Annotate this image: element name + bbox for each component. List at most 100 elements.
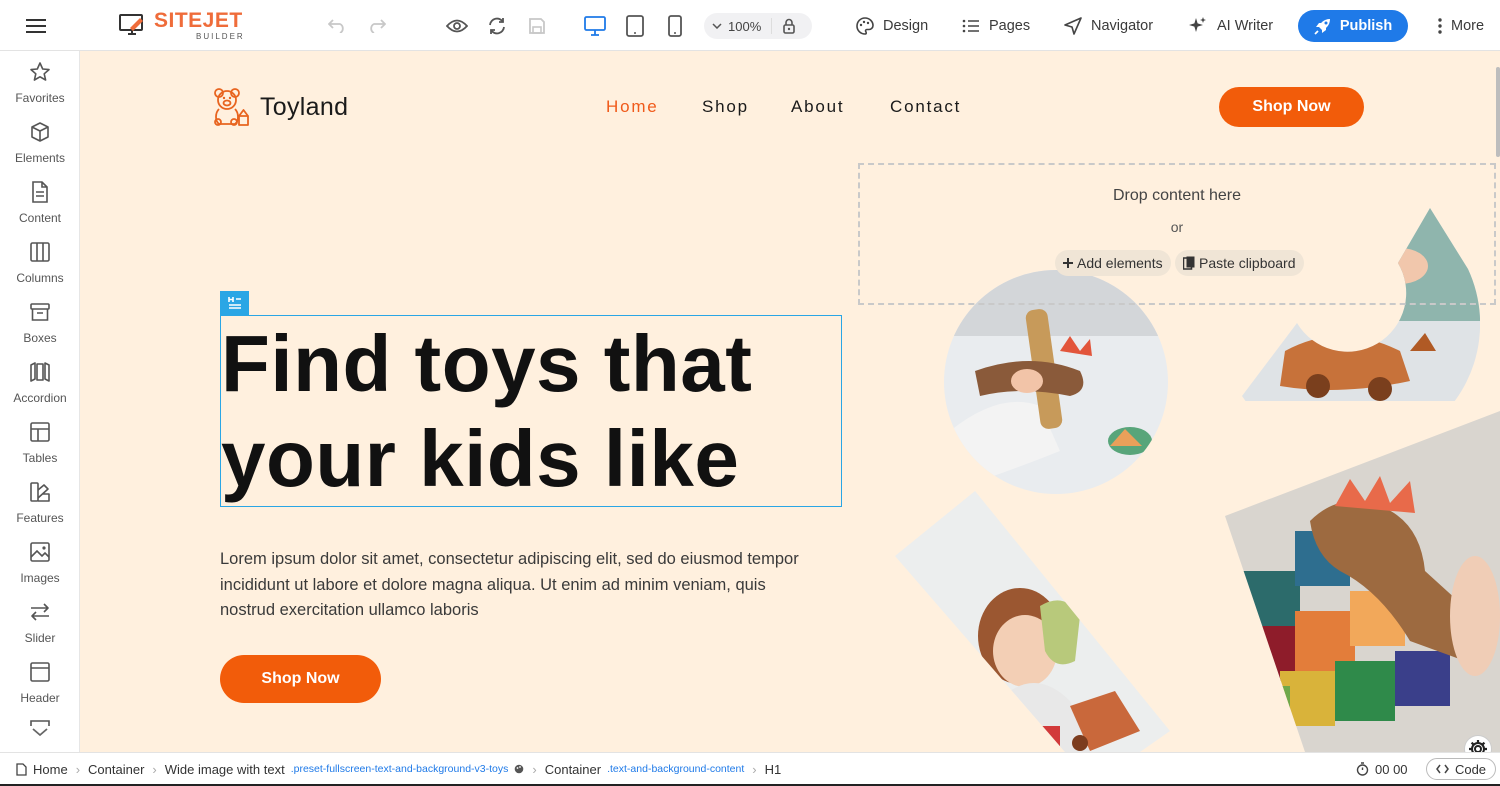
scroll-down-chevron-icon[interactable] [30, 727, 50, 737]
logo-sub: BUILDER [196, 32, 245, 41]
page-icon [16, 762, 27, 776]
sidebar-item-label: Boxes [23, 331, 57, 345]
navigator-label: Navigator [1091, 17, 1154, 34]
pages-menu[interactable]: Pages [962, 0, 1030, 51]
top-toolbar: SITEJET BUILDER 100% Design Pages Naviga… [0, 0, 1500, 51]
logo-brand: SITEJET [154, 9, 243, 32]
header-icon [30, 662, 50, 682]
paste-clipboard-label: Paste clipboard [1199, 255, 1296, 271]
breadcrumb-bar: Home › Container › Wide image with text … [0, 752, 1500, 786]
crumb-wide-image-class: .preset-fullscreen-text-and-background-v… [290, 763, 509, 775]
hero-paragraph[interactable]: Lorem ipsum dolor sit amet, consectetur … [220, 547, 820, 624]
navigator-menu[interactable]: Navigator [1064, 0, 1153, 51]
mobile-icon [668, 14, 682, 37]
page-canvas: Toyland Home Shop About Contact Shop Now [80, 51, 1500, 752]
sidebar-item-features[interactable]: Features [0, 479, 79, 537]
redo-icon [370, 18, 386, 33]
ai-writer-label: AI Writer [1217, 17, 1274, 34]
refresh-icon [489, 17, 505, 34]
refresh-button[interactable] [482, 0, 512, 51]
drop-zone-or: or [1170, 219, 1184, 235]
sidebar-item-label: Accordion [13, 391, 67, 405]
sidebar-item-label: Slider [24, 631, 56, 645]
redo-button[interactable] [362, 0, 392, 51]
timer-value: 00 00 [1375, 761, 1408, 777]
sidebar-item-slider[interactable]: Slider [0, 599, 79, 657]
crumb-h1[interactable]: H1 [765, 762, 782, 777]
save-icon [529, 17, 545, 34]
tablet-icon [626, 14, 644, 37]
plus-icon [1063, 258, 1073, 268]
tablet-view-button[interactable] [620, 0, 650, 51]
publish-button[interactable]: Publish [1298, 10, 1408, 42]
features-icon [30, 482, 50, 502]
document-icon [32, 181, 48, 203]
ai-writer-menu[interactable]: AI Writer [1188, 0, 1273, 51]
crumb-content-container-class: .text-and-background-content [607, 763, 745, 775]
crumb-container[interactable]: Container [88, 762, 144, 777]
sidebar-item-columns[interactable]: Columns [0, 239, 79, 297]
publish-label: Publish [1339, 18, 1393, 34]
chevron-right-icon: › [152, 761, 157, 777]
image-icon [30, 542, 50, 562]
hero-heading[interactable]: Find toys that your kids like [220, 315, 842, 507]
sidebar-item-favorites[interactable]: Favorites [0, 59, 79, 117]
crumb-home[interactable]: Home [16, 762, 68, 777]
design-menu[interactable]: Design [856, 0, 928, 51]
preview-button[interactable] [442, 0, 472, 51]
lock-icon[interactable] [782, 18, 796, 34]
stopwatch-icon [1356, 762, 1369, 776]
pages-label: Pages [989, 17, 1031, 34]
sidebar-item-tables[interactable]: Tables [0, 419, 79, 477]
navigation-arrow-icon [1064, 16, 1082, 35]
palette-small-icon [515, 764, 524, 774]
monitor-logo-icon [119, 13, 143, 35]
hero-shop-now-button[interactable]: Shop Now [220, 655, 381, 703]
elements-sidebar: Favorites Elements Content Columns Boxes… [0, 51, 80, 752]
rocket-icon [1314, 19, 1330, 35]
desktop-view-button[interactable] [580, 0, 610, 51]
gear-icon [1469, 740, 1487, 752]
zoom-divider [771, 18, 773, 34]
crumb-wide-image[interactable]: Wide image with text .preset-fullscreen-… [165, 762, 525, 777]
code-label: Code [1454, 761, 1487, 777]
mobile-view-button[interactable] [660, 0, 690, 51]
list-icon [962, 19, 979, 32]
crumb-content-container-label: Container [544, 761, 602, 777]
undo-icon [328, 18, 344, 33]
undo-button[interactable] [322, 0, 352, 51]
hero-heading-line-1: Find toys that [221, 319, 753, 408]
sidebar-item-header[interactable]: Header [0, 659, 79, 717]
palette-icon [856, 16, 874, 35]
eye-icon [446, 19, 468, 32]
sparkle-icon [1189, 16, 1206, 32]
sidebar-item-boxes[interactable]: Boxes [0, 299, 79, 357]
menu-icon[interactable] [26, 0, 46, 51]
session-timer: 00 00 [1356, 753, 1408, 785]
heading-element-tag[interactable] [220, 291, 249, 315]
chevron-right-icon: › [752, 761, 757, 777]
columns-icon [30, 242, 50, 262]
code-button[interactable]: Code [1426, 758, 1496, 780]
crumb-home-label: Home [33, 761, 68, 777]
sidebar-item-elements[interactable]: Elements [0, 119, 79, 177]
sidebar-item-label: Header [20, 691, 60, 705]
clipboard-icon [1183, 256, 1195, 270]
zoom-control[interactable]: 100% [704, 13, 812, 39]
sidebar-item-label: Favorites [15, 91, 65, 105]
content-drop-zone[interactable]: Drop content here or Add elements Paste … [858, 163, 1496, 305]
add-elements-button[interactable]: Add elements [1055, 250, 1171, 276]
sidebar-item-accordion[interactable]: Accordion [0, 359, 79, 417]
chevron-down-icon [712, 23, 722, 29]
sidebar-item-label: Elements [14, 151, 66, 165]
sidebar-item-images[interactable]: Images [0, 539, 79, 597]
sidebar-item-content[interactable]: Content [0, 179, 79, 237]
more-menu[interactable]: More [1438, 0, 1484, 51]
more-vertical-icon [1438, 17, 1442, 34]
paste-clipboard-button[interactable]: Paste clipboard [1175, 250, 1304, 276]
crumb-content-container[interactable]: Container .text-and-background-content [545, 762, 745, 777]
canvas-scrollbar[interactable] [1496, 67, 1500, 157]
desktop-icon [584, 15, 606, 36]
box-icon [30, 303, 50, 321]
save-button[interactable] [522, 0, 552, 51]
